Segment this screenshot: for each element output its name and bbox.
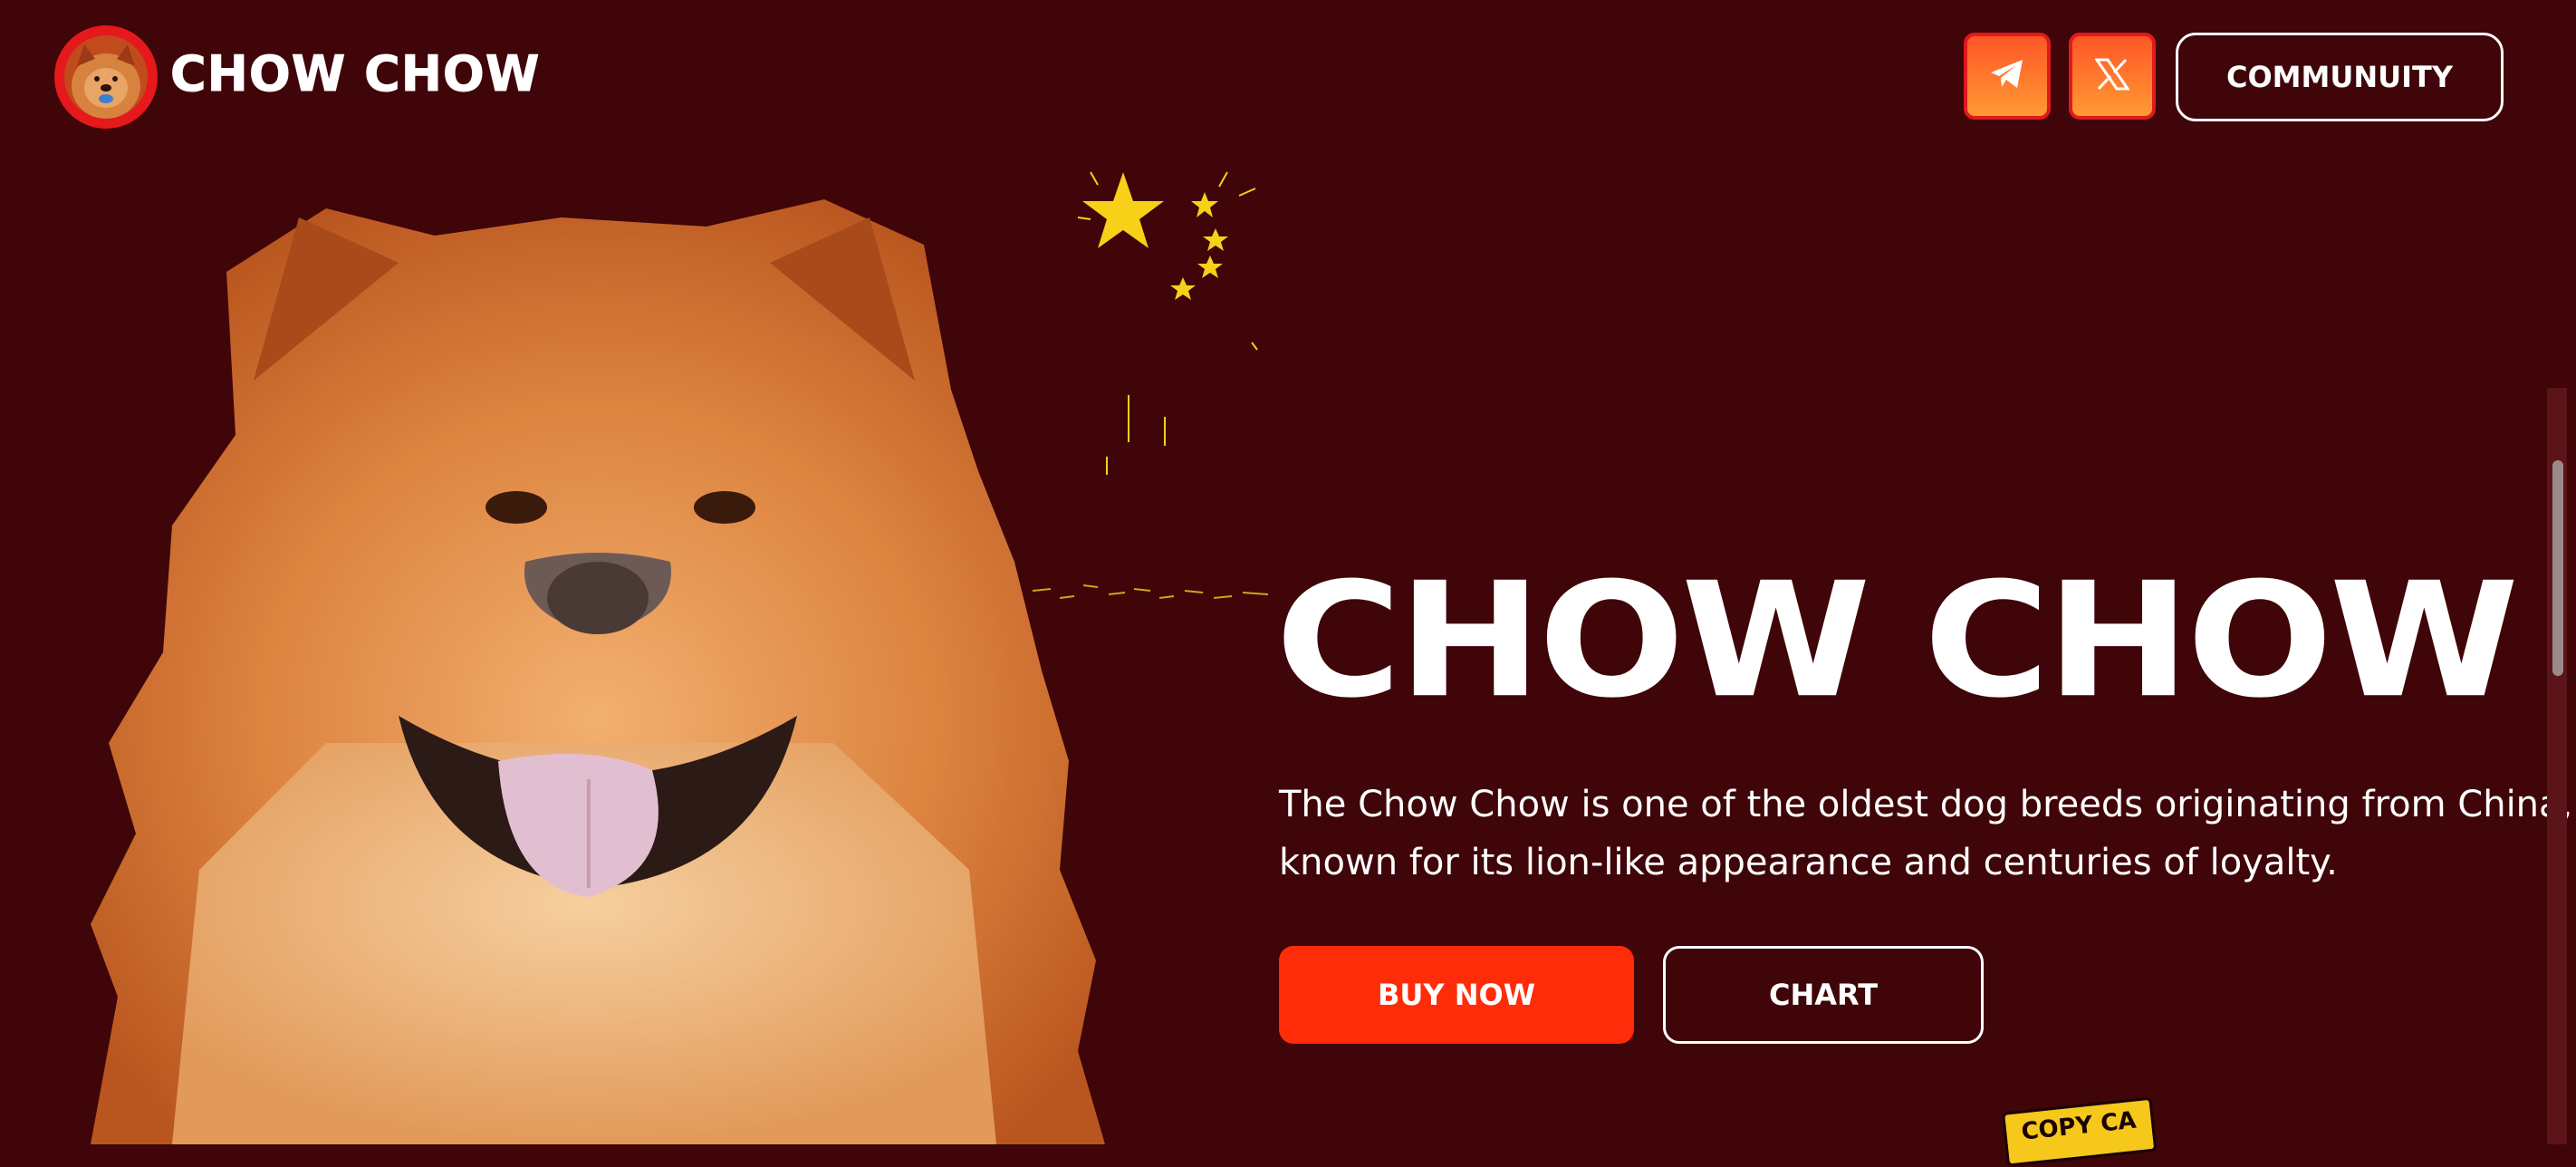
buy-now-button[interactable]: BUY NOW (1279, 946, 1634, 1044)
brand-name[interactable]: CHOW CHOW (169, 45, 540, 103)
scrollbar-thumb[interactable] (2552, 460, 2563, 676)
telegram-button[interactable] (1964, 33, 2051, 120)
chow-chow-dog-illustration (91, 199, 1105, 1144)
telegram-icon (1989, 58, 2025, 94)
community-button[interactable]: COMMUNUITY (2176, 33, 2504, 121)
hero-description: The Chow Chow is one of the oldest dog b… (1279, 784, 2573, 883)
chow-chow-avatar-icon (64, 35, 148, 119)
copy-ca-button[interactable]: COPY CA (2002, 1096, 2158, 1167)
x-icon (2094, 58, 2130, 94)
hero-title: CHOW CHOW (1275, 548, 2519, 733)
chart-button[interactable]: CHART (1663, 946, 1984, 1044)
x-button[interactable] (2069, 33, 2156, 120)
logo-badge[interactable] (54, 25, 158, 129)
